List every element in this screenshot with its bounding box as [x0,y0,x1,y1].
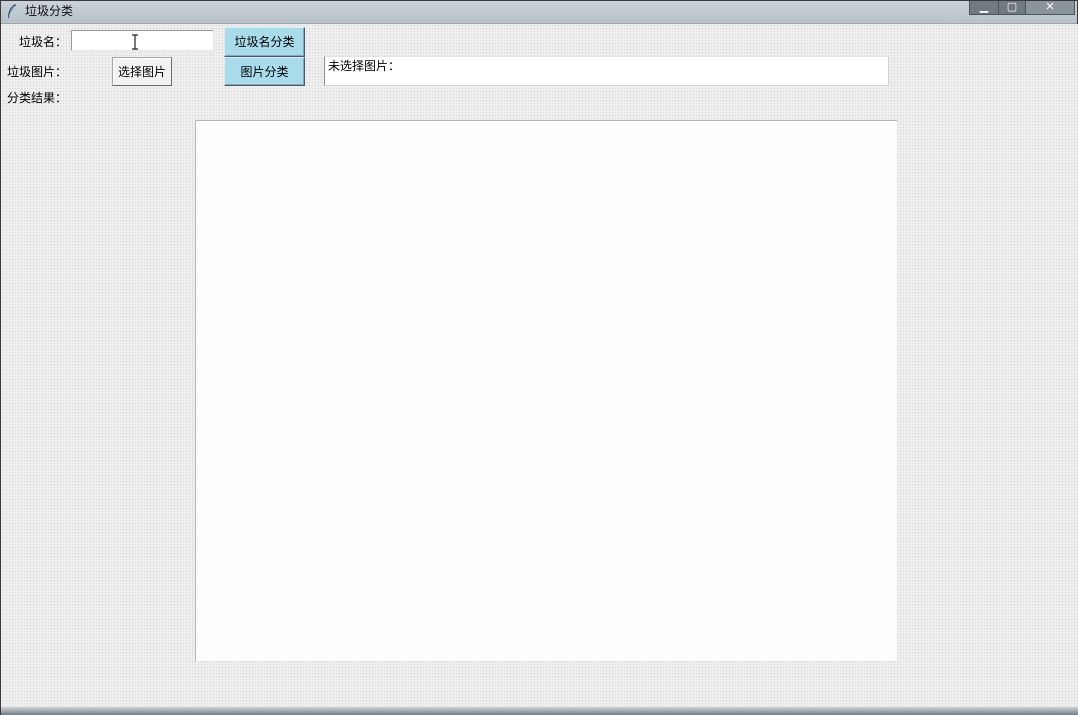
image-classify-button[interactable]: 图片分类 [224,57,305,86]
main-panel: 垃圾名： 垃圾名分类 垃圾图片： 选择图片 图片分类 未选择图片： 分类结果： [2,24,1078,707]
image-label: 垃圾图片： [7,65,68,79]
window-title: 垃圾分类 [25,4,74,18]
minimize-button[interactable]: ▁ [969,1,999,15]
maximize-icon: ▢ [1006,0,1018,13]
title-bar[interactable]: 垃圾分类 ▁ ▢ ✕ [1,1,1077,24]
text-cursor-icon [132,34,138,50]
minimize-icon: ▁ [979,0,989,13]
result-display [195,120,897,661]
name-label: 垃圾名： [19,35,68,49]
close-button[interactable]: ✕ [1025,1,1075,15]
close-icon: ✕ [1045,0,1055,13]
name-input[interactable] [71,30,214,51]
choose-image-button[interactable]: 选择图片 [112,57,172,86]
feather-icon [8,4,16,18]
image-status-field: 未选择图片： [324,56,889,86]
result-label: 分类结果： [7,91,68,105]
maximize-button[interactable]: ▢ [998,1,1026,15]
name-classify-button[interactable]: 垃圾名分类 [224,27,305,57]
app-window: 垃圾分类 ▁ ▢ ✕ 微软录屏 垃圾名： 垃圾名分类 垃圾图片： 选择图片 图片… [0,0,1078,715]
